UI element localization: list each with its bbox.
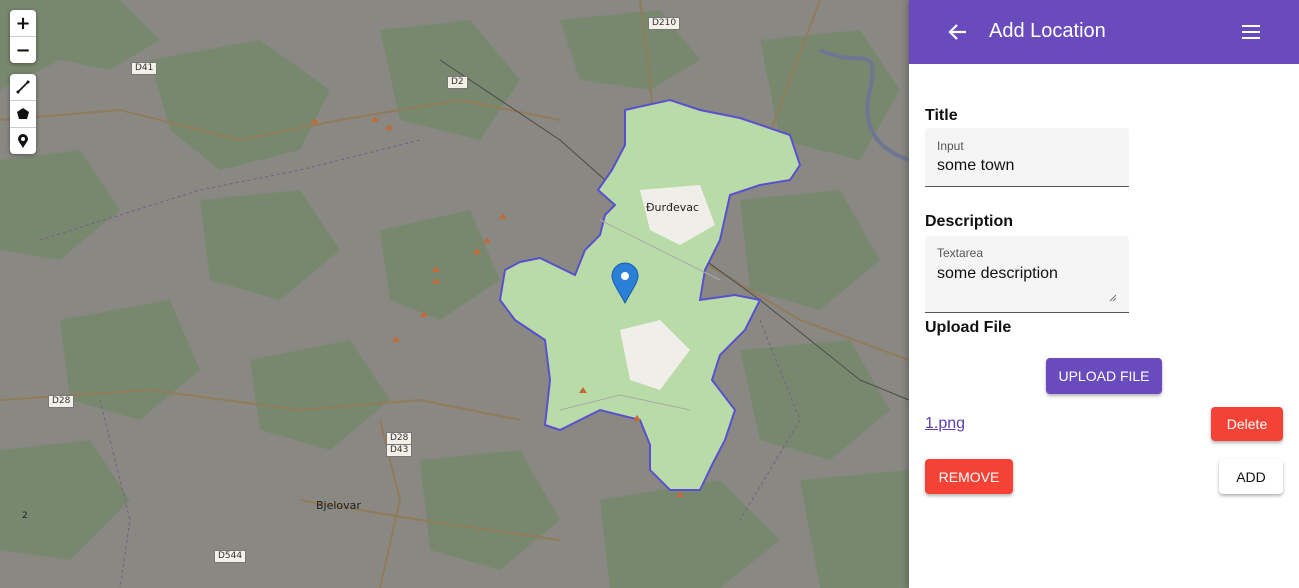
description-section-label: Description [925, 213, 1014, 230]
upload-file-button[interactable]: UPLOAD FILE [1046, 358, 1162, 394]
description-textarea-value[interactable]: some description [937, 265, 1058, 283]
marker-icon[interactable] [10, 128, 36, 154]
resize-handle-icon[interactable] [1109, 294, 1117, 302]
title-input-label: Input [937, 139, 964, 153]
add-location-panel: Add Location Title Input some town Descr… [909, 0, 1299, 588]
road-shield: D210 [648, 17, 681, 30]
road-number: 2 [22, 511, 28, 521]
zoom-out-button[interactable]: − [10, 37, 36, 63]
road-shield: D28 [48, 395, 75, 408]
polyline-icon[interactable] [10, 74, 36, 101]
road-shield: D41 [131, 62, 158, 75]
road-shield: D544 [214, 550, 247, 563]
title-input[interactable]: Input some town [925, 128, 1129, 187]
title-input-value[interactable]: some town [937, 157, 1014, 175]
delete-file-button[interactable]: Delete [1211, 407, 1283, 441]
title-section-label: Title [925, 107, 958, 124]
arrow-left-icon[interactable] [945, 19, 971, 45]
place-label: Bjelovar [316, 499, 361, 512]
app-bar: Add Location [909, 0, 1299, 64]
road-shield: D2 [447, 76, 468, 89]
remove-button[interactable]: REMOVE [925, 459, 1013, 494]
zoom-control: + − [10, 10, 36, 63]
upload-section-label: Upload File [925, 319, 1012, 336]
road-shield: D43 [386, 444, 413, 457]
selected-region[interactable] [498, 98, 802, 491]
page-title: Add Location [989, 20, 1106, 42]
uploaded-file-link[interactable]: 1.png [925, 415, 965, 433]
hamburger-menu-icon[interactable] [1239, 22, 1263, 42]
place-label: Đurđevac [646, 201, 700, 214]
description-textarea[interactable]: Textarea some description [925, 236, 1129, 313]
polygon-icon[interactable] [10, 101, 36, 128]
zoom-in-button[interactable]: + [10, 10, 36, 37]
description-textarea-label: Textarea [937, 246, 984, 260]
map-view[interactable]: D210 D41 D2 D28 D28 D43 D544 2 Đurđevac … [0, 0, 909, 588]
add-button[interactable]: ADD [1219, 459, 1283, 494]
draw-toolbar [10, 74, 36, 154]
